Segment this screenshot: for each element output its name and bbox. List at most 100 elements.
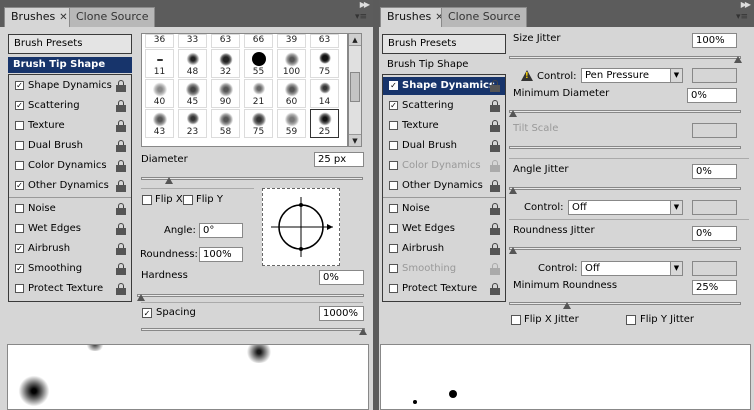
brush-preset[interactable]: 11: [145, 49, 174, 78]
lock-icon[interactable]: [490, 243, 500, 255]
checkbox[interactable]: [389, 204, 398, 213]
option-smoothing[interactable]: ✓ Smoothing: [9, 260, 131, 278]
brush-preset[interactable]: 63: [211, 34, 240, 48]
brush-preset[interactable]: 59: [277, 109, 306, 138]
checkbox[interactable]: [389, 121, 398, 130]
roundness-jitter-field[interactable]: 0%: [692, 226, 737, 241]
lock-icon[interactable]: [490, 283, 500, 295]
collapse-icon[interactable]: ▶▶: [360, 0, 370, 9]
min-diameter-field[interactable]: 0%: [687, 88, 737, 103]
brush-preset[interactable]: 75: [244, 109, 273, 138]
brush-preset[interactable]: 55: [244, 49, 273, 78]
brush-preset[interactable]: 48: [178, 49, 207, 78]
flip-y-jitter-checkbox[interactable]: [626, 315, 636, 325]
brush-presets-button[interactable]: Brush Presets: [8, 34, 132, 54]
brush-preset[interactable]: 32: [211, 49, 240, 78]
brush-tip-shape-item[interactable]: Brush Tip Shape: [8, 57, 132, 73]
scroll-thumb[interactable]: [350, 72, 360, 102]
checkbox[interactable]: [389, 244, 398, 253]
brush-preset[interactable]: 23: [178, 109, 207, 138]
flip-x-jitter-checkbox[interactable]: [511, 315, 521, 325]
lock-icon[interactable]: [116, 223, 126, 235]
checkbox[interactable]: [389, 284, 398, 293]
checkbox[interactable]: [15, 204, 24, 213]
flip-y-checkbox[interactable]: [183, 195, 193, 205]
option-noise[interactable]: Noise: [383, 200, 505, 218]
checkbox[interactable]: ✓: [15, 101, 24, 110]
option-airbrush[interactable]: Airbrush: [383, 240, 505, 258]
tab-clone-source[interactable]: Clone Source: [441, 7, 528, 27]
lock-icon[interactable]: [116, 263, 126, 275]
checkbox[interactable]: [15, 224, 24, 233]
size-jitter-field[interactable]: 100%: [692, 33, 737, 48]
chevron-down-icon[interactable]: ▼: [670, 69, 682, 82]
brush-preset[interactable]: 90: [211, 79, 240, 108]
lock-icon[interactable]: [490, 80, 500, 92]
checkbox[interactable]: [15, 284, 24, 293]
angle-jitter-field[interactable]: 0%: [692, 164, 737, 179]
option-texture[interactable]: Texture: [383, 117, 505, 135]
brush-preset[interactable]: 21: [244, 79, 273, 108]
checkbox[interactable]: [389, 161, 398, 170]
checkbox[interactable]: [389, 141, 398, 150]
checkbox[interactable]: ✓: [389, 81, 398, 90]
option-other-dynamics[interactable]: ✓ Other Dynamics: [9, 177, 131, 195]
brush-preset[interactable]: 100: [277, 49, 306, 78]
lock-icon[interactable]: [116, 283, 126, 295]
brush-preset[interactable]: 63: [310, 34, 339, 48]
lock-icon[interactable]: [116, 140, 126, 152]
checkbox[interactable]: ✓: [15, 264, 24, 273]
preset-scrollbar[interactable]: ▲ ▼: [348, 33, 362, 147]
lock-icon[interactable]: [490, 223, 500, 235]
lock-icon[interactable]: [490, 263, 500, 275]
brush-preset[interactable]: 66: [244, 34, 273, 48]
close-icon[interactable]: ✕: [59, 12, 67, 23]
brush-preset[interactable]: 75: [310, 49, 339, 78]
lock-icon[interactable]: [116, 80, 126, 92]
brush-preset[interactable]: 45: [178, 79, 207, 108]
option-noise[interactable]: Noise: [9, 200, 131, 218]
brush-presets-button[interactable]: Brush Presets: [382, 34, 506, 54]
option-other-dynamics[interactable]: Other Dynamics: [383, 177, 505, 195]
flip-x-checkbox[interactable]: [142, 195, 152, 205]
option-wet-edges[interactable]: Wet Edges: [9, 220, 131, 238]
brush-tip-shape-item[interactable]: Brush Tip Shape: [382, 57, 506, 73]
lock-icon[interactable]: [490, 180, 500, 192]
lock-icon[interactable]: [490, 120, 500, 132]
option-color-dynamics[interactable]: Color Dynamics: [9, 157, 131, 175]
lock-icon[interactable]: [490, 100, 500, 112]
option-scattering[interactable]: ✓ Scattering: [9, 97, 131, 115]
brush-preset[interactable]: 43: [145, 109, 174, 138]
spacing-field[interactable]: 1000%: [319, 306, 364, 321]
lock-icon[interactable]: [490, 203, 500, 215]
control-select-roundness[interactable]: Off ▼: [581, 261, 683, 276]
lock-icon[interactable]: [116, 243, 126, 255]
tab-brushes[interactable]: Brushes ✕: [4, 7, 75, 27]
checkbox[interactable]: ✓: [389, 101, 398, 110]
option-smoothing[interactable]: Smoothing: [383, 260, 505, 278]
panel-menu-icon[interactable]: ▾≡: [736, 12, 748, 22]
panel-menu-icon[interactable]: ▾≡: [355, 12, 367, 22]
option-shape-dynamics[interactable]: ✓ Shape Dynamics: [383, 77, 505, 95]
option-dual-brush[interactable]: Dual Brush: [383, 137, 505, 155]
checkbox[interactable]: [15, 141, 24, 150]
angle-roundness-preview[interactable]: [262, 188, 340, 266]
brush-preset[interactable]: 33: [178, 34, 207, 48]
option-dual-brush[interactable]: Dual Brush: [9, 137, 131, 155]
option-color-dynamics[interactable]: Color Dynamics: [383, 157, 505, 175]
hardness-field[interactable]: 0%: [319, 270, 364, 285]
brush-preset[interactable]: 58: [211, 109, 240, 138]
tab-clone-source[interactable]: Clone Source: [69, 7, 156, 27]
angle-field[interactable]: 0°: [199, 223, 243, 238]
lock-icon[interactable]: [490, 160, 500, 172]
checkbox[interactable]: [389, 224, 398, 233]
lock-icon[interactable]: [116, 203, 126, 215]
checkbox[interactable]: ✓: [15, 244, 24, 253]
checkbox[interactable]: [15, 121, 24, 130]
chevron-down-icon[interactable]: ▼: [670, 201, 682, 214]
control-select-angle[interactable]: Off ▼: [568, 200, 683, 215]
brush-preset[interactable]: 36: [145, 34, 174, 48]
control-select-size[interactable]: Pen Pressure ▼: [581, 68, 683, 83]
lock-icon[interactable]: [116, 120, 126, 132]
brush-preset[interactable]: 39: [277, 34, 306, 48]
